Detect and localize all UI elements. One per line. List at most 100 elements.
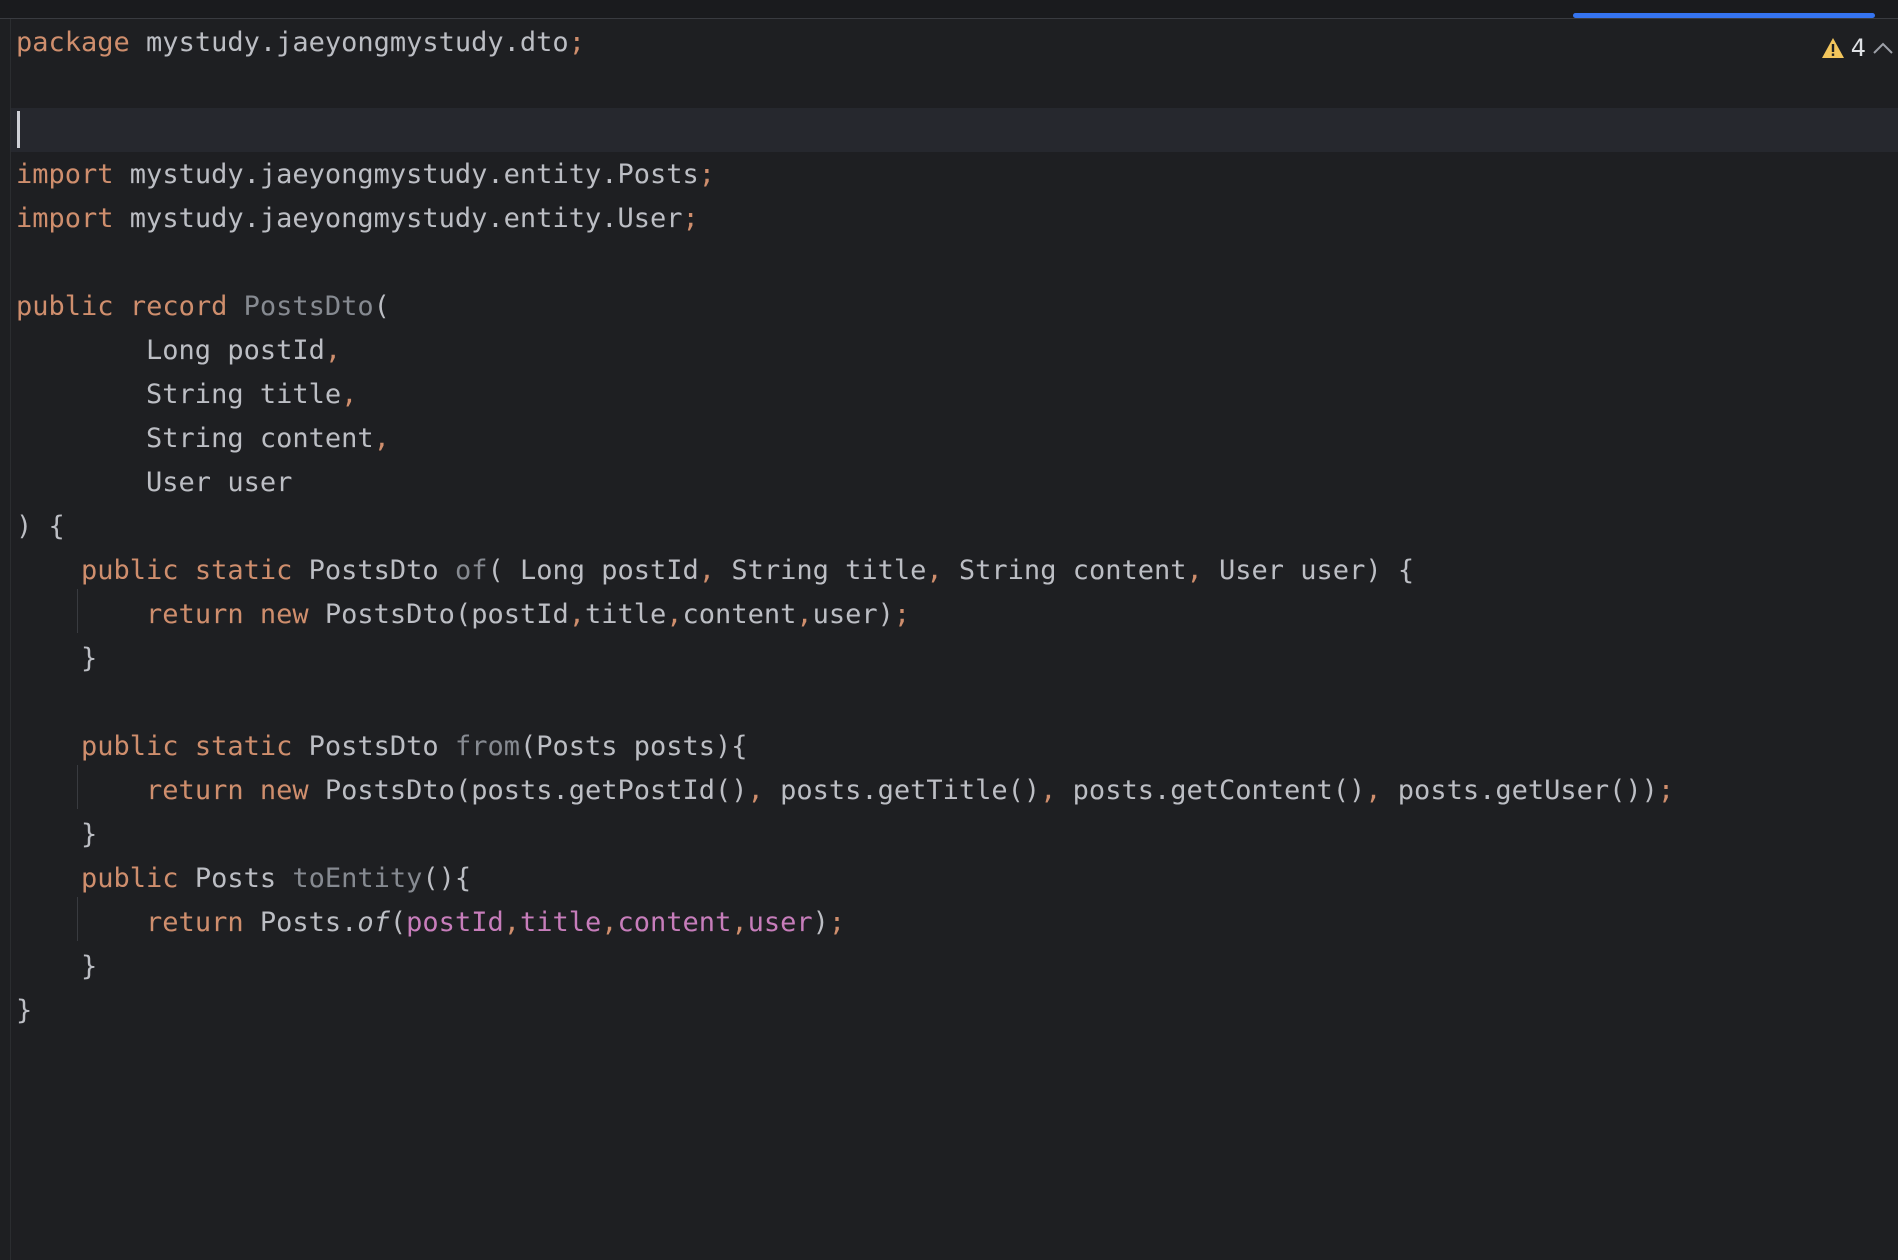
code-token: ; xyxy=(568,27,585,58)
code-token: String content xyxy=(942,555,1187,586)
code-token: PostsDto xyxy=(292,731,455,762)
code-token: PostsDto(postId xyxy=(308,599,569,630)
code-token: Posts. xyxy=(243,907,358,938)
code-token: static xyxy=(194,731,293,762)
code-line[interactable] xyxy=(16,109,1674,153)
code-line[interactable]: package mystudy.jaeyongmystudy.dto; xyxy=(16,21,1674,65)
code-token: title xyxy=(519,907,602,938)
code-token: package xyxy=(16,27,130,58)
code-editor[interactable]: 4 package mystudy.jaeyongmystudy.dto; im… xyxy=(0,0,1898,1260)
code-line[interactable]: return new PostsDto(postId,title,content… xyxy=(16,593,1674,637)
code-token: new xyxy=(259,775,309,806)
code-token: , xyxy=(568,599,585,630)
code-token: String title xyxy=(715,555,927,586)
code-token: Posts xyxy=(178,863,293,894)
code-token: public xyxy=(81,731,179,762)
code-line[interactable]: public Posts toEntity(){ xyxy=(16,857,1674,901)
code-token: (){ xyxy=(422,863,472,894)
code-token: mystudy.jaeyongmystudy.entity.User xyxy=(113,203,683,234)
code-token: public xyxy=(81,863,179,894)
code-token: Long postId xyxy=(16,335,325,366)
code-line[interactable] xyxy=(16,681,1674,725)
code-token: , xyxy=(1365,775,1382,806)
code-token: String content xyxy=(16,423,374,454)
code-token: ; xyxy=(893,599,911,630)
code-token: of xyxy=(357,907,390,938)
code-token: postId xyxy=(406,907,504,938)
code-token: import xyxy=(16,159,114,190)
inspection-widget[interactable]: 4 xyxy=(1821,28,1898,68)
code-line[interactable]: String content, xyxy=(16,417,1674,461)
code-token: } xyxy=(16,819,98,850)
code-token: return xyxy=(146,907,244,938)
code-line[interactable]: public static PostsDto from(Posts posts)… xyxy=(16,725,1674,769)
code-line[interactable]: public static PostsDto of( Long postId, … xyxy=(16,549,1674,593)
code-line[interactable]: import mystudy.jaeyongmystudy.entity.Use… xyxy=(16,197,1674,241)
code-token: (Posts posts){ xyxy=(519,731,748,762)
code-token: return xyxy=(146,775,244,806)
code-line[interactable]: return Posts.of(postId,title,content,use… xyxy=(16,901,1674,945)
code-line[interactable] xyxy=(16,65,1674,109)
code-line[interactable]: User user xyxy=(16,461,1674,505)
code-token: , xyxy=(1040,775,1057,806)
code-line[interactable]: public record PostsDto( xyxy=(16,285,1674,329)
code-token: PostsDto xyxy=(292,555,455,586)
code-token: ; xyxy=(1657,775,1675,806)
code-token: ; xyxy=(828,907,846,938)
code-token: PostsDto(posts.getPostId() xyxy=(308,775,748,806)
code-token: ( Long postId xyxy=(487,555,699,586)
code-token: } xyxy=(16,995,33,1026)
code-token: String title xyxy=(16,379,342,410)
code-token: posts.getUser()) xyxy=(1381,775,1658,806)
code-token: , xyxy=(796,599,813,630)
code-token: public xyxy=(16,291,114,322)
code-token: mystudy.jaeyongmystudy.dto xyxy=(129,27,569,58)
code-token: , xyxy=(666,599,683,630)
code-token: user xyxy=(747,907,813,938)
code-token: , xyxy=(341,379,358,410)
code-token: } xyxy=(16,951,98,982)
code-token: record xyxy=(129,291,228,322)
code-token: mystudy.jaeyongmystudy.entity.Posts xyxy=(113,159,699,190)
code-line[interactable] xyxy=(16,241,1674,285)
code-token: title xyxy=(585,599,667,630)
code-line[interactable]: Long postId, xyxy=(16,329,1674,373)
code-area[interactable]: package mystudy.jaeyongmystudy.dto; impo… xyxy=(16,21,1674,1033)
code-token: , xyxy=(698,555,716,586)
chevron-up-icon[interactable] xyxy=(1872,41,1894,55)
code-line[interactable]: import mystudy.jaeyongmystudy.entity.Pos… xyxy=(16,153,1674,197)
code-token: user) xyxy=(812,599,894,630)
code-token: PostsDto xyxy=(243,291,374,322)
code-token: , xyxy=(503,907,520,938)
code-token: new xyxy=(259,599,309,630)
code-token: , xyxy=(324,335,342,366)
code-line[interactable]: } xyxy=(16,813,1674,857)
code-token: return xyxy=(146,599,244,630)
code-token: , xyxy=(1186,555,1203,586)
code-line[interactable]: ) { xyxy=(16,505,1674,549)
warning-count: 4 xyxy=(1850,34,1866,62)
code-token: public xyxy=(81,555,179,586)
code-token: of xyxy=(454,555,488,586)
code-token: , xyxy=(926,555,943,586)
code-line[interactable]: return new PostsDto(posts.getPostId(), p… xyxy=(16,769,1674,813)
warning-icon xyxy=(1821,37,1845,59)
code-line[interactable]: } xyxy=(16,989,1674,1033)
code-line[interactable]: String title, xyxy=(16,373,1674,417)
code-token: ; xyxy=(682,203,699,234)
code-token: content xyxy=(682,599,797,630)
code-line[interactable]: } xyxy=(16,637,1674,681)
code-line[interactable]: } xyxy=(16,945,1674,989)
code-token: ) { xyxy=(16,511,65,542)
code-token: , xyxy=(747,775,764,806)
code-token: ) xyxy=(812,907,829,938)
code-token: User user) { xyxy=(1202,555,1415,586)
